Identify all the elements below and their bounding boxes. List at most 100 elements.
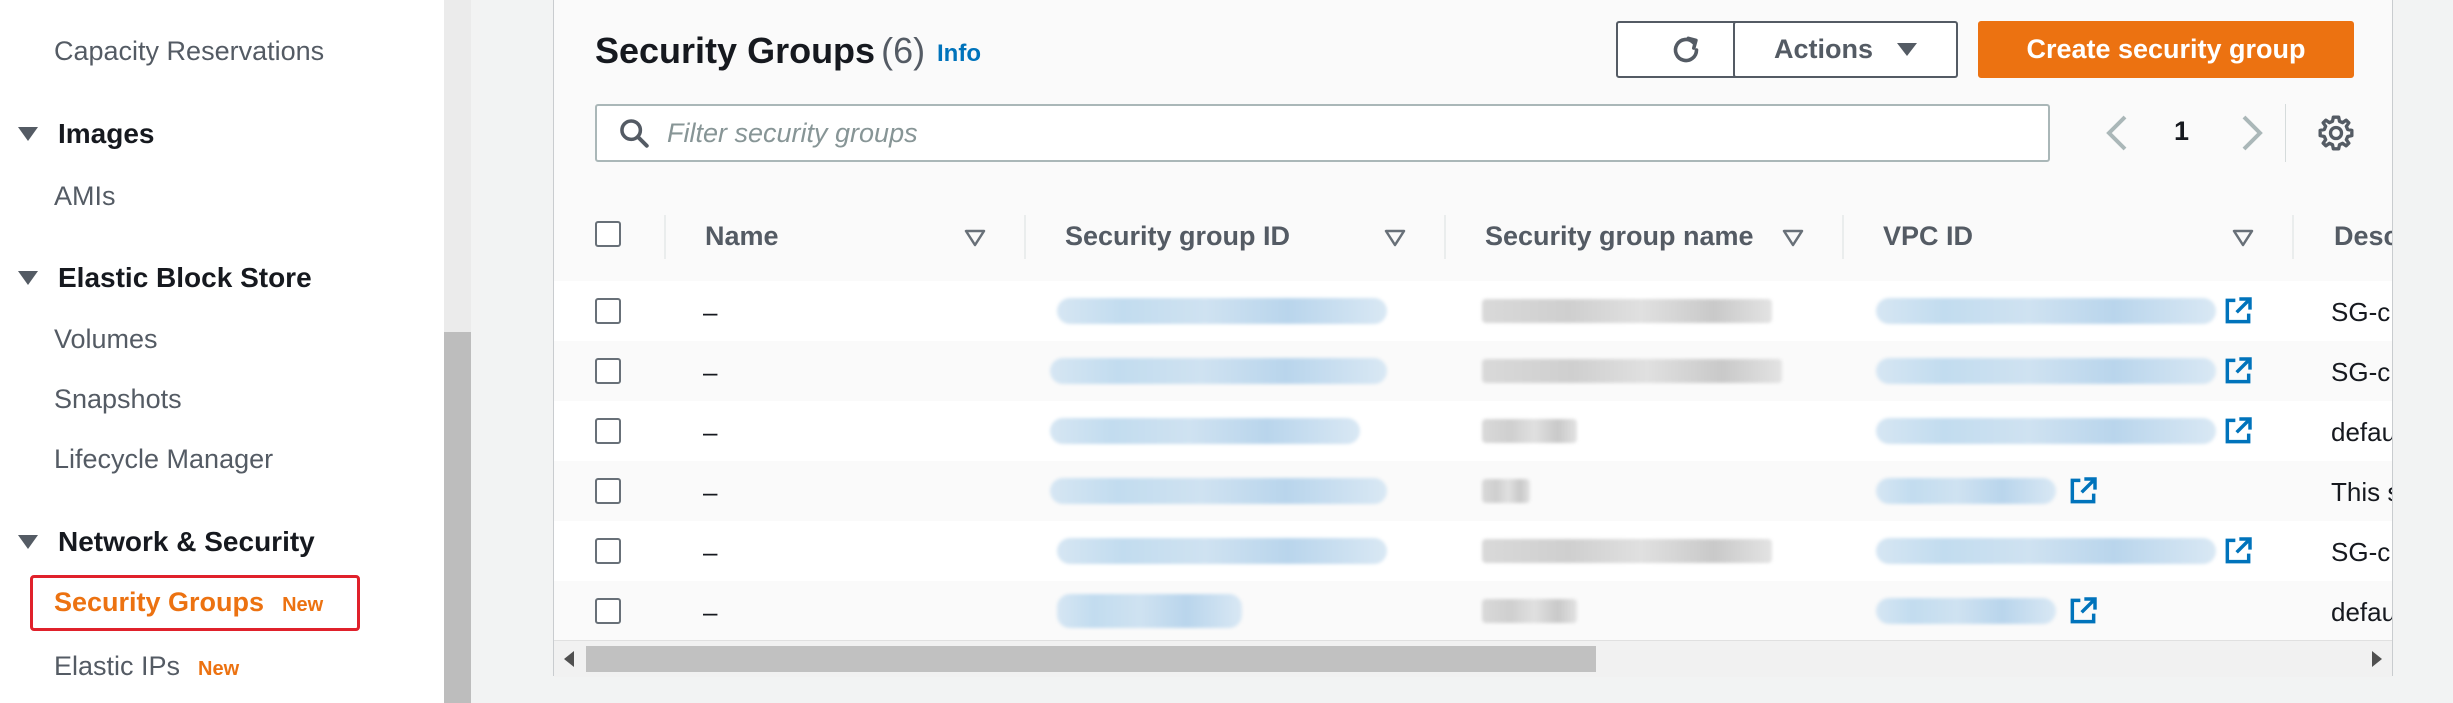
redacted-vpc-id[interactable] bbox=[1876, 478, 2056, 504]
redacted-vpc-id[interactable] bbox=[1876, 358, 2216, 384]
search-icon bbox=[620, 119, 649, 148]
scroll-left-arrow-icon[interactable] bbox=[564, 651, 574, 667]
redacted-security-group-id[interactable] bbox=[1057, 538, 1387, 564]
external-link-icon[interactable] bbox=[2222, 415, 2254, 447]
table-row[interactable]: – This s bbox=[554, 461, 2392, 522]
redacted-security-group-name bbox=[1482, 479, 1530, 503]
external-link-icon[interactable] bbox=[2222, 535, 2254, 567]
column-header-vpc-id[interactable]: VPC ID bbox=[1883, 221, 1973, 252]
description-cell: defau bbox=[2331, 417, 2392, 447]
sidebar-section-label: Images bbox=[58, 118, 155, 149]
sidebar-section-label: Elastic Block Store bbox=[58, 262, 312, 293]
column-separator[interactable] bbox=[1024, 215, 1026, 259]
current-page-number[interactable]: 1 bbox=[2174, 116, 2189, 147]
redacted-security-group-id[interactable] bbox=[1050, 478, 1387, 504]
collapse-caret-icon bbox=[18, 271, 38, 285]
new-badge: New bbox=[198, 658, 240, 680]
row-checkbox[interactable] bbox=[595, 358, 621, 384]
table-row[interactable]: – SG-cl bbox=[554, 281, 2392, 342]
collapse-caret-icon bbox=[18, 127, 38, 141]
sort-icon[interactable] bbox=[964, 229, 986, 247]
row-checkbox[interactable] bbox=[595, 598, 621, 624]
sidebar-item-elastic-ips[interactable]: Elastic IPs New bbox=[54, 651, 239, 682]
sidebar-item-label: Security Groups bbox=[54, 587, 265, 617]
column-header-description[interactable]: Desc bbox=[2334, 221, 2392, 252]
table-row[interactable]: – defau bbox=[554, 581, 2392, 640]
actions-label: Actions bbox=[1773, 34, 1873, 64]
column-separator[interactable] bbox=[2292, 215, 2294, 259]
actions-dropdown-button[interactable]: Actions bbox=[1733, 21, 1958, 78]
column-header-security-group-name[interactable]: Security group name bbox=[1485, 221, 1754, 252]
name-cell: – bbox=[703, 417, 718, 447]
sidebar-item-volumes[interactable]: Volumes bbox=[54, 324, 158, 355]
name-cell: – bbox=[703, 537, 718, 567]
search-input[interactable] bbox=[665, 116, 2019, 150]
row-checkbox[interactable] bbox=[595, 538, 621, 564]
redacted-security-group-id[interactable] bbox=[1050, 358, 1387, 384]
create-security-group-button[interactable]: Create security group bbox=[1978, 21, 2354, 78]
redacted-vpc-id[interactable] bbox=[1876, 298, 2216, 324]
sidebar-item-amis[interactable]: AMIs bbox=[54, 181, 116, 212]
sidebar-section-images[interactable]: Images bbox=[18, 118, 155, 150]
collapse-caret-icon bbox=[18, 535, 38, 549]
sidebar-item-label: Elastic IPs bbox=[54, 651, 181, 681]
column-separator[interactable] bbox=[1444, 215, 1446, 259]
caret-down-icon bbox=[1897, 43, 1917, 56]
sidebar-section-elastic-block-store[interactable]: Elastic Block Store bbox=[18, 262, 312, 294]
new-badge: New bbox=[282, 594, 324, 616]
table-row[interactable]: – defau bbox=[554, 401, 2392, 462]
sidebar-item-lifecycle-manager[interactable]: Lifecycle Manager bbox=[54, 444, 273, 475]
sidebar-section-network-security[interactable]: Network & Security bbox=[18, 526, 315, 558]
column-separator bbox=[664, 215, 666, 259]
column-header-security-group-id[interactable]: Security group ID bbox=[1065, 221, 1290, 252]
row-checkbox[interactable] bbox=[595, 298, 621, 324]
chevron-right-icon[interactable] bbox=[2240, 113, 2266, 153]
external-link-icon[interactable] bbox=[2067, 595, 2099, 627]
select-all-checkbox[interactable] bbox=[595, 221, 621, 247]
table-row[interactable]: – SG-cl bbox=[554, 521, 2392, 582]
gear-icon[interactable] bbox=[2316, 113, 2356, 153]
sort-icon[interactable] bbox=[1384, 229, 1406, 247]
redacted-security-group-name bbox=[1482, 359, 1782, 383]
sidebar-scrollbar-thumb[interactable] bbox=[444, 332, 471, 703]
chevron-left-icon[interactable] bbox=[2103, 113, 2129, 153]
table-row[interactable]: – SG-cl bbox=[554, 341, 2392, 402]
name-cell: – bbox=[703, 297, 718, 327]
security-groups-panel: Security Groups (6) Info Actions Create s… bbox=[553, 0, 2393, 677]
description-cell: SG-cl bbox=[2331, 357, 2392, 387]
item-count: (6) bbox=[881, 30, 926, 71]
sidebar-item-capacity-reservations[interactable]: Capacity Reservations bbox=[54, 36, 324, 67]
redacted-vpc-id[interactable] bbox=[1876, 598, 2056, 624]
description-cell: This s bbox=[2331, 477, 2392, 507]
title-text: Security Groups bbox=[595, 30, 876, 71]
navigation-sidebar: Capacity Reservations Images AMIs Elasti… bbox=[0, 0, 444, 703]
sort-icon[interactable] bbox=[1782, 229, 1804, 247]
redacted-security-group-id[interactable] bbox=[1057, 298, 1387, 324]
page-title: Security Groups (6) bbox=[595, 30, 925, 72]
redacted-vpc-id[interactable] bbox=[1876, 418, 2216, 444]
column-header-name[interactable]: Name bbox=[705, 221, 779, 252]
external-link-icon[interactable] bbox=[2067, 475, 2099, 507]
sort-icon[interactable] bbox=[2232, 229, 2254, 247]
scroll-right-arrow-icon[interactable] bbox=[2372, 651, 2382, 667]
redacted-security-group-name bbox=[1482, 599, 1577, 623]
row-checkbox[interactable] bbox=[595, 418, 621, 444]
table-horizontal-scrollbar[interactable] bbox=[554, 640, 2392, 677]
redacted-security-group-id[interactable] bbox=[1050, 418, 1360, 444]
sidebar-item-security-groups[interactable]: Security Groups New bbox=[54, 587, 323, 618]
scrollbar-thumb[interactable] bbox=[586, 646, 1596, 672]
security-groups-table: Name Security group ID Security group na… bbox=[554, 193, 2392, 640]
external-link-icon[interactable] bbox=[2222, 295, 2254, 327]
redacted-security-group-name bbox=[1482, 419, 1577, 443]
search-field[interactable] bbox=[595, 104, 2050, 162]
redacted-vpc-id[interactable] bbox=[1876, 538, 2216, 564]
name-cell: – bbox=[703, 597, 718, 627]
external-link-icon[interactable] bbox=[2222, 355, 2254, 387]
redacted-security-group-id[interactable] bbox=[1057, 594, 1242, 628]
refresh-icon bbox=[1673, 36, 1698, 62]
row-checkbox[interactable] bbox=[595, 478, 621, 504]
description-cell: SG-cl bbox=[2331, 537, 2392, 567]
sidebar-item-snapshots[interactable]: Snapshots bbox=[54, 384, 182, 415]
info-link[interactable]: Info bbox=[937, 40, 981, 68]
column-separator[interactable] bbox=[1842, 215, 1844, 259]
